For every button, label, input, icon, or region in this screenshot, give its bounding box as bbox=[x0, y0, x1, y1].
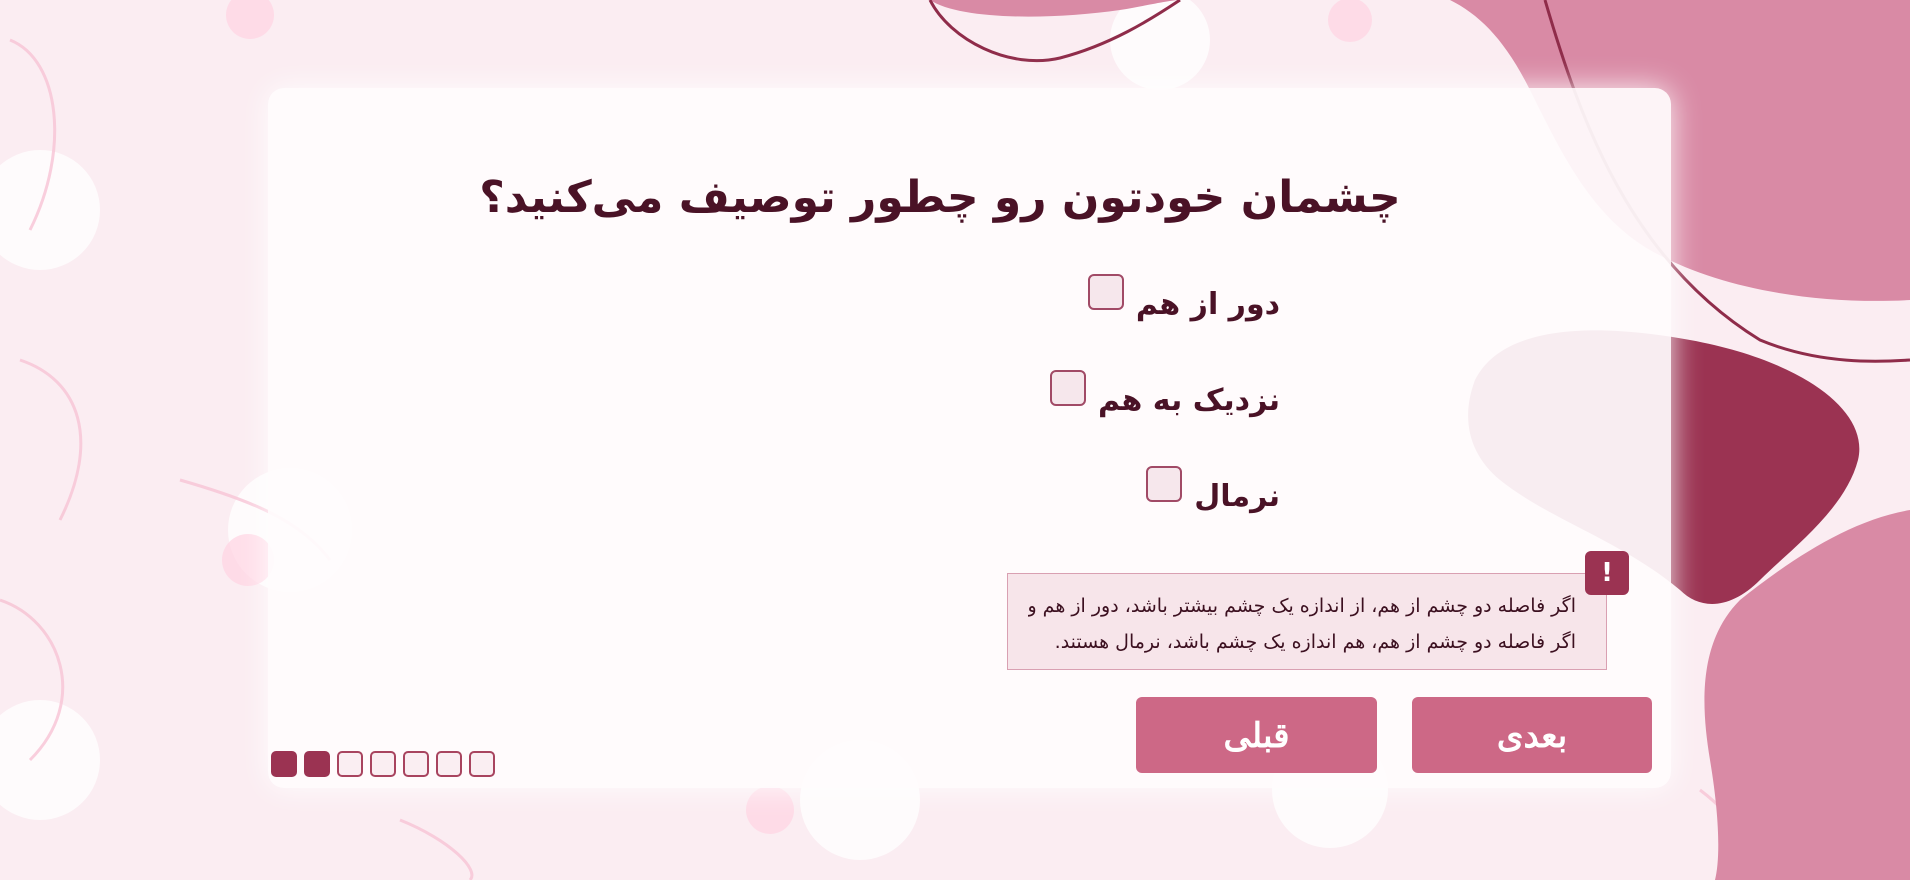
progress-step bbox=[403, 751, 429, 777]
exclamation-icon: ! bbox=[1585, 551, 1629, 595]
progress-step bbox=[304, 751, 330, 777]
previous-button[interactable]: قبلی bbox=[1136, 697, 1377, 773]
progress-step bbox=[436, 751, 462, 777]
next-button[interactable]: بعدی bbox=[1412, 697, 1652, 773]
progress-step bbox=[337, 751, 363, 777]
hint-box: اگر فاصله دو چشم از هم، از اندازه یک چشم… bbox=[1007, 573, 1607, 670]
checkbox[interactable] bbox=[1146, 466, 1183, 502]
option-label: دور از هم bbox=[1135, 286, 1280, 322]
progress-step bbox=[271, 751, 297, 777]
progress-indicator bbox=[271, 751, 502, 777]
checkbox[interactable] bbox=[1050, 370, 1087, 406]
question-title: چشمان خودتون رو چطور توصیف می‌کنید؟ bbox=[479, 172, 1401, 223]
progress-step bbox=[469, 751, 495, 777]
hint-text-line-1: اگر فاصله دو چشم از هم، از اندازه یک چشم… bbox=[1028, 595, 1576, 617]
options-list: دور از هم نزدیک به هم نرمال bbox=[1050, 274, 1280, 573]
progress-step bbox=[370, 751, 396, 777]
option-normal[interactable]: نرمال bbox=[1050, 466, 1280, 515]
option-far-apart[interactable]: دور از هم bbox=[1050, 274, 1280, 323]
option-label: نرمال bbox=[1194, 478, 1280, 514]
checkbox[interactable] bbox=[1087, 274, 1124, 310]
option-label: نزدیک به هم bbox=[1098, 382, 1280, 418]
hint-text-line-2: اگر فاصله دو چشم از هم، هم اندازه یک چشم… bbox=[1054, 631, 1576, 653]
option-close-together[interactable]: نزدیک به هم bbox=[1050, 370, 1280, 419]
